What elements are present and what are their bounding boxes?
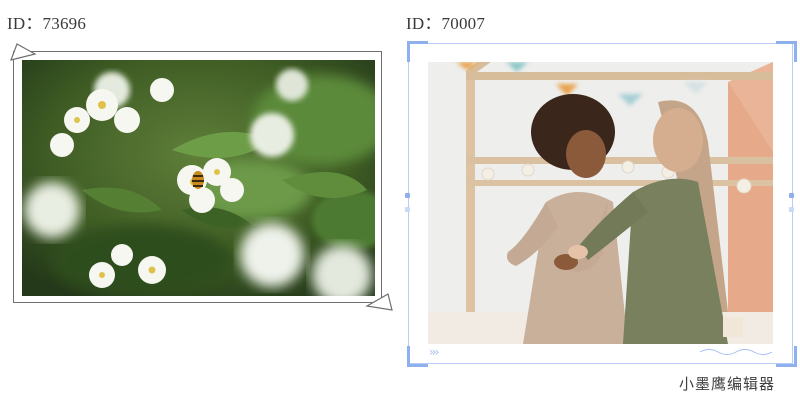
selection-corner-bottom-left[interactable]	[407, 346, 428, 367]
right-template-id-label: ID：70007	[406, 14, 486, 33]
editor-watermark: 小墨鹰编辑器	[679, 375, 776, 393]
selection-handle-right[interactable]	[789, 193, 794, 198]
selection-corner-top-left[interactable]	[407, 41, 428, 62]
right-photo[interactable]	[428, 62, 773, 344]
chevrons-decoration-icon: ›››	[429, 345, 440, 359]
selection-handle-left-lower[interactable]	[405, 207, 410, 212]
selection-corner-bottom-right[interactable]	[776, 346, 797, 367]
white-flowers-with-bee-photo	[22, 60, 375, 296]
left-photo[interactable]	[22, 60, 375, 296]
two-girls-dancing-photo	[428, 62, 773, 344]
selection-handle-right-lower[interactable]	[789, 207, 794, 212]
bottom-right-corner-triangle-icon	[365, 293, 393, 311]
selection-corner-top-right[interactable]	[776, 41, 797, 62]
top-left-corner-triangle-icon	[10, 43, 37, 61]
wave-decoration-icon	[700, 349, 772, 355]
selection-handle-left[interactable]	[405, 193, 410, 198]
left-template-id-label: ID：73696	[7, 14, 87, 33]
